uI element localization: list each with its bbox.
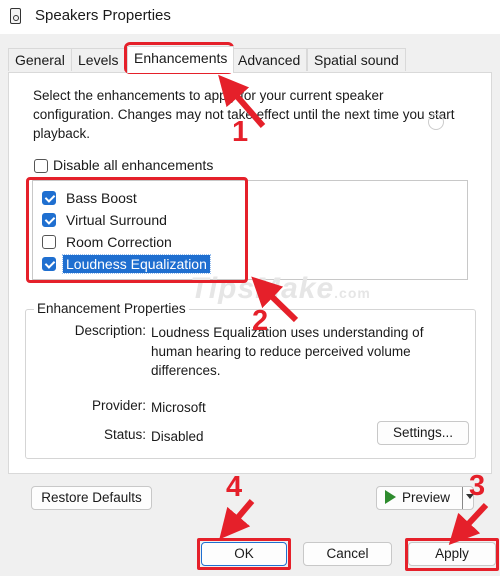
arrow-step-4	[219, 499, 255, 540]
tab-spatial-sound[interactable]: Spatial sound	[307, 48, 406, 71]
provider-label: Provider:	[91, 398, 146, 413]
group-title: Enhancement Properties	[34, 301, 189, 316]
virtual-surround-checkbox[interactable]	[42, 213, 56, 227]
bass-boost-label[interactable]: Bass Boost	[63, 189, 140, 207]
preview-button[interactable]: Preview	[376, 486, 474, 510]
step-number-3: 3	[469, 470, 486, 502]
tab-strip: General Levels Enhancements Advanced Spa…	[8, 46, 492, 73]
ghost-circle-icon	[428, 114, 444, 130]
description-value: Loudness Equalization uses understanding…	[151, 325, 424, 378]
cancel-button[interactable]: Cancel	[303, 542, 392, 566]
preview-label: Preview	[402, 490, 451, 505]
window-title: Speakers Properties	[35, 7, 171, 24]
title-bar: Speakers Properties	[0, 0, 500, 34]
step-number-2: 2	[252, 305, 269, 337]
step-number-4: 4	[226, 471, 243, 503]
list-item[interactable]: Bass Boost	[33, 187, 467, 209]
description-label: Description:	[74, 323, 146, 338]
status-label: Status:	[103, 427, 146, 442]
disable-all-checkbox[interactable]	[34, 159, 48, 173]
provider-value: Microsoft	[151, 400, 206, 415]
preview-split-divider	[462, 487, 463, 509]
status-value: Disabled	[151, 429, 204, 444]
play-icon	[385, 490, 396, 505]
watermark-suffix: .com	[334, 285, 371, 301]
speaker-icon	[10, 8, 21, 24]
step-number-1: 1	[232, 116, 249, 148]
bass-boost-checkbox[interactable]	[42, 191, 56, 205]
apply-button[interactable]: Apply	[408, 542, 496, 566]
room-correction-label[interactable]: Room Correction	[63, 233, 175, 251]
enhancements-list[interactable]: Bass Boost Virtual Surround Room Correct…	[32, 180, 468, 280]
virtual-surround-label[interactable]: Virtual Surround	[63, 211, 170, 229]
tab-general[interactable]: General	[8, 48, 72, 71]
loudness-equalization-checkbox[interactable]	[42, 257, 56, 271]
watermark: TipsMake.com	[190, 272, 371, 306]
ok-button[interactable]: OK	[201, 542, 287, 566]
settings-button[interactable]: Settings...	[377, 421, 469, 445]
list-item[interactable]: Room Correction	[33, 231, 467, 253]
tab-advanced[interactable]: Advanced	[231, 48, 308, 71]
restore-defaults-button[interactable]: Restore Defaults	[31, 486, 152, 510]
tab-enhancements[interactable]: Enhancements	[127, 46, 235, 73]
disable-all-label[interactable]: Disable all enhancements	[53, 157, 213, 173]
room-correction-checkbox[interactable]	[42, 235, 56, 249]
tab-levels[interactable]: Levels	[71, 48, 126, 71]
loudness-equalization-label[interactable]: Loudness Equalization	[62, 254, 211, 274]
list-item[interactable]: Virtual Surround	[33, 209, 467, 231]
watermark-text: TipsMake	[190, 272, 335, 305]
